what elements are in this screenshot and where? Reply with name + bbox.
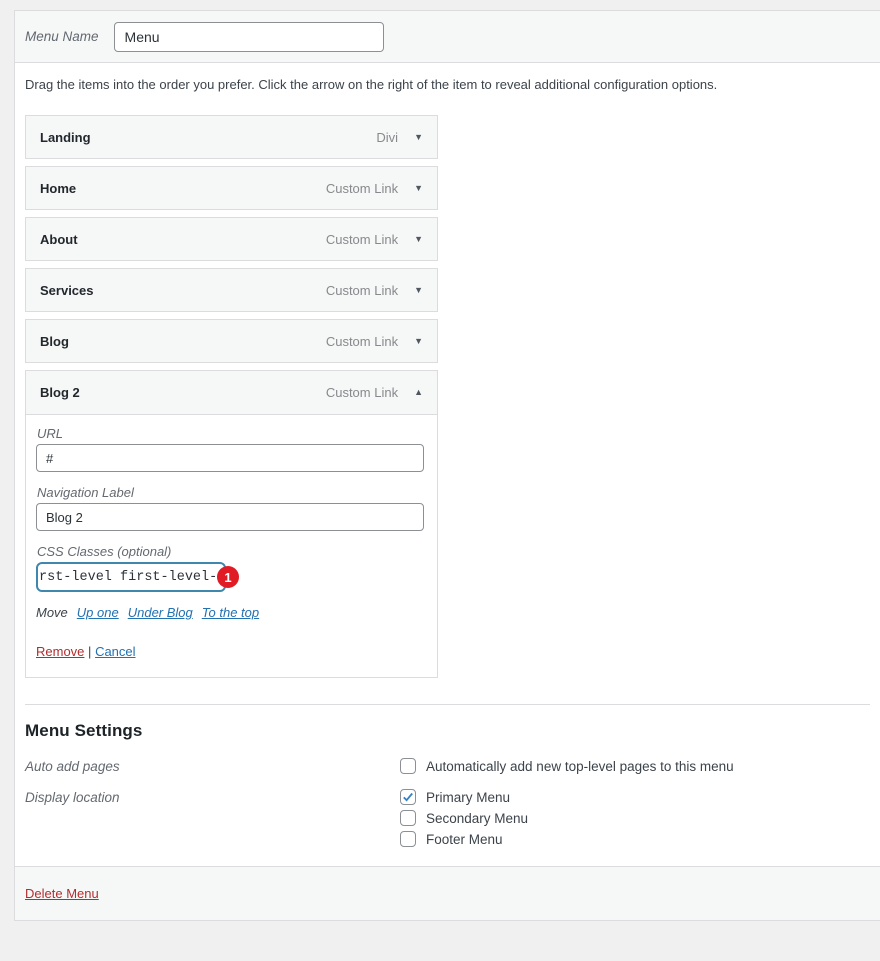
menu-item-type: Custom Link bbox=[326, 232, 398, 247]
checkbox-unchecked-icon[interactable] bbox=[400, 758, 416, 774]
menu-settings-grid: Auto add pages Automatically add new top… bbox=[25, 758, 870, 852]
annotation-badge: 1 bbox=[217, 566, 239, 588]
menu-item-label: Blog bbox=[40, 334, 326, 349]
menu-settings-title: Menu Settings bbox=[25, 721, 870, 741]
delete-menu-link[interactable]: Delete Menu bbox=[25, 886, 99, 901]
checkbox-unchecked-icon[interactable] bbox=[400, 810, 416, 826]
checkbox-checked-icon[interactable] bbox=[400, 789, 416, 805]
menu-item-settings-panel: URL Navigation Label CSS Classes (option… bbox=[26, 426, 437, 677]
move-to-top-link[interactable]: To the top bbox=[202, 605, 259, 620]
menu-item-type: Custom Link bbox=[326, 181, 398, 196]
move-under-blog-link[interactable]: Under Blog bbox=[128, 605, 193, 620]
css-classes-input-wrap: rst-level first-level-2 1 bbox=[36, 562, 226, 592]
menu-item-label: Blog 2 bbox=[40, 385, 326, 400]
menu-item-list: Landing Divi ▼ Home Custom Link ▼ About … bbox=[25, 115, 438, 363]
location-label: Primary Menu bbox=[426, 790, 510, 805]
chevron-down-icon[interactable]: ▼ bbox=[414, 337, 423, 346]
cancel-link[interactable]: Cancel bbox=[95, 644, 135, 659]
menu-name-label: Menu Name bbox=[25, 29, 99, 44]
location-label: Footer Menu bbox=[426, 832, 503, 847]
item-action-row: Remove | Cancel bbox=[36, 644, 427, 659]
css-classes-value: rst-level first-level-2 bbox=[39, 570, 225, 585]
url-field-label: URL bbox=[37, 426, 427, 441]
chevron-up-icon[interactable]: ▲ bbox=[414, 388, 423, 397]
primary-menu-checkbox-row[interactable]: Primary Menu bbox=[400, 789, 870, 805]
navigation-label-input[interactable] bbox=[36, 503, 424, 531]
menu-item-type: Divi bbox=[376, 130, 398, 145]
menu-editor-body: Drag the items into the order you prefer… bbox=[15, 63, 880, 852]
display-location-label: Display location bbox=[25, 789, 400, 852]
menu-item-label: About bbox=[40, 232, 326, 247]
menu-item-landing[interactable]: Landing Divi ▼ bbox=[25, 115, 438, 159]
settings-divider bbox=[25, 704, 870, 705]
menu-item-home[interactable]: Home Custom Link ▼ bbox=[25, 166, 438, 210]
css-classes-input[interactable]: rst-level first-level-2 bbox=[36, 562, 226, 592]
auto-add-checkbox-row[interactable]: Automatically add new top-level pages to… bbox=[400, 758, 870, 774]
checkbox-unchecked-icon[interactable] bbox=[400, 831, 416, 847]
menu-item-type: Custom Link bbox=[326, 334, 398, 349]
auto-add-pages-label: Auto add pages bbox=[25, 758, 400, 779]
chevron-down-icon[interactable]: ▼ bbox=[414, 235, 423, 244]
menu-editor-panel: Menu Name Drag the items into the order … bbox=[14, 10, 880, 921]
chevron-down-icon[interactable]: ▼ bbox=[414, 286, 423, 295]
menu-item-label: Services bbox=[40, 283, 326, 298]
move-label: Move bbox=[36, 605, 68, 620]
menu-item-blog2-header[interactable]: Blog 2 Custom Link ▲ bbox=[26, 371, 437, 415]
menu-item-label: Landing bbox=[40, 130, 376, 145]
menu-item-blog[interactable]: Blog Custom Link ▼ bbox=[25, 319, 438, 363]
menu-name-input[interactable] bbox=[114, 22, 384, 52]
url-input[interactable] bbox=[36, 444, 424, 472]
menu-name-header: Menu Name bbox=[15, 11, 880, 63]
menu-item-blog2-expanded: Blog 2 Custom Link ▲ URL Navigation Labe… bbox=[25, 370, 438, 678]
drag-instruction-text: Drag the items into the order you prefer… bbox=[25, 77, 870, 92]
menu-footer-bar: Delete Menu bbox=[15, 866, 880, 920]
auto-add-option-label: Automatically add new top-level pages to… bbox=[426, 759, 734, 774]
css-classes-field-label: CSS Classes (optional) bbox=[37, 544, 427, 559]
menu-item-type: Custom Link bbox=[326, 385, 398, 400]
menu-item-services[interactable]: Services Custom Link ▼ bbox=[25, 268, 438, 312]
action-separator: | bbox=[88, 644, 91, 659]
location-label: Secondary Menu bbox=[426, 811, 528, 826]
chevron-down-icon[interactable]: ▼ bbox=[414, 133, 423, 142]
navigation-label-field-label: Navigation Label bbox=[37, 485, 427, 500]
remove-link[interactable]: Remove bbox=[36, 644, 84, 659]
move-up-one-link[interactable]: Up one bbox=[77, 605, 119, 620]
menu-item-label: Home bbox=[40, 181, 326, 196]
footer-menu-checkbox-row[interactable]: Footer Menu bbox=[400, 831, 870, 847]
menu-item-about[interactable]: About Custom Link ▼ bbox=[25, 217, 438, 261]
chevron-down-icon[interactable]: ▼ bbox=[414, 184, 423, 193]
secondary-menu-checkbox-row[interactable]: Secondary Menu bbox=[400, 810, 870, 826]
move-row: Move Up one Under Blog To the top bbox=[36, 605, 427, 620]
menu-item-type: Custom Link bbox=[326, 283, 398, 298]
